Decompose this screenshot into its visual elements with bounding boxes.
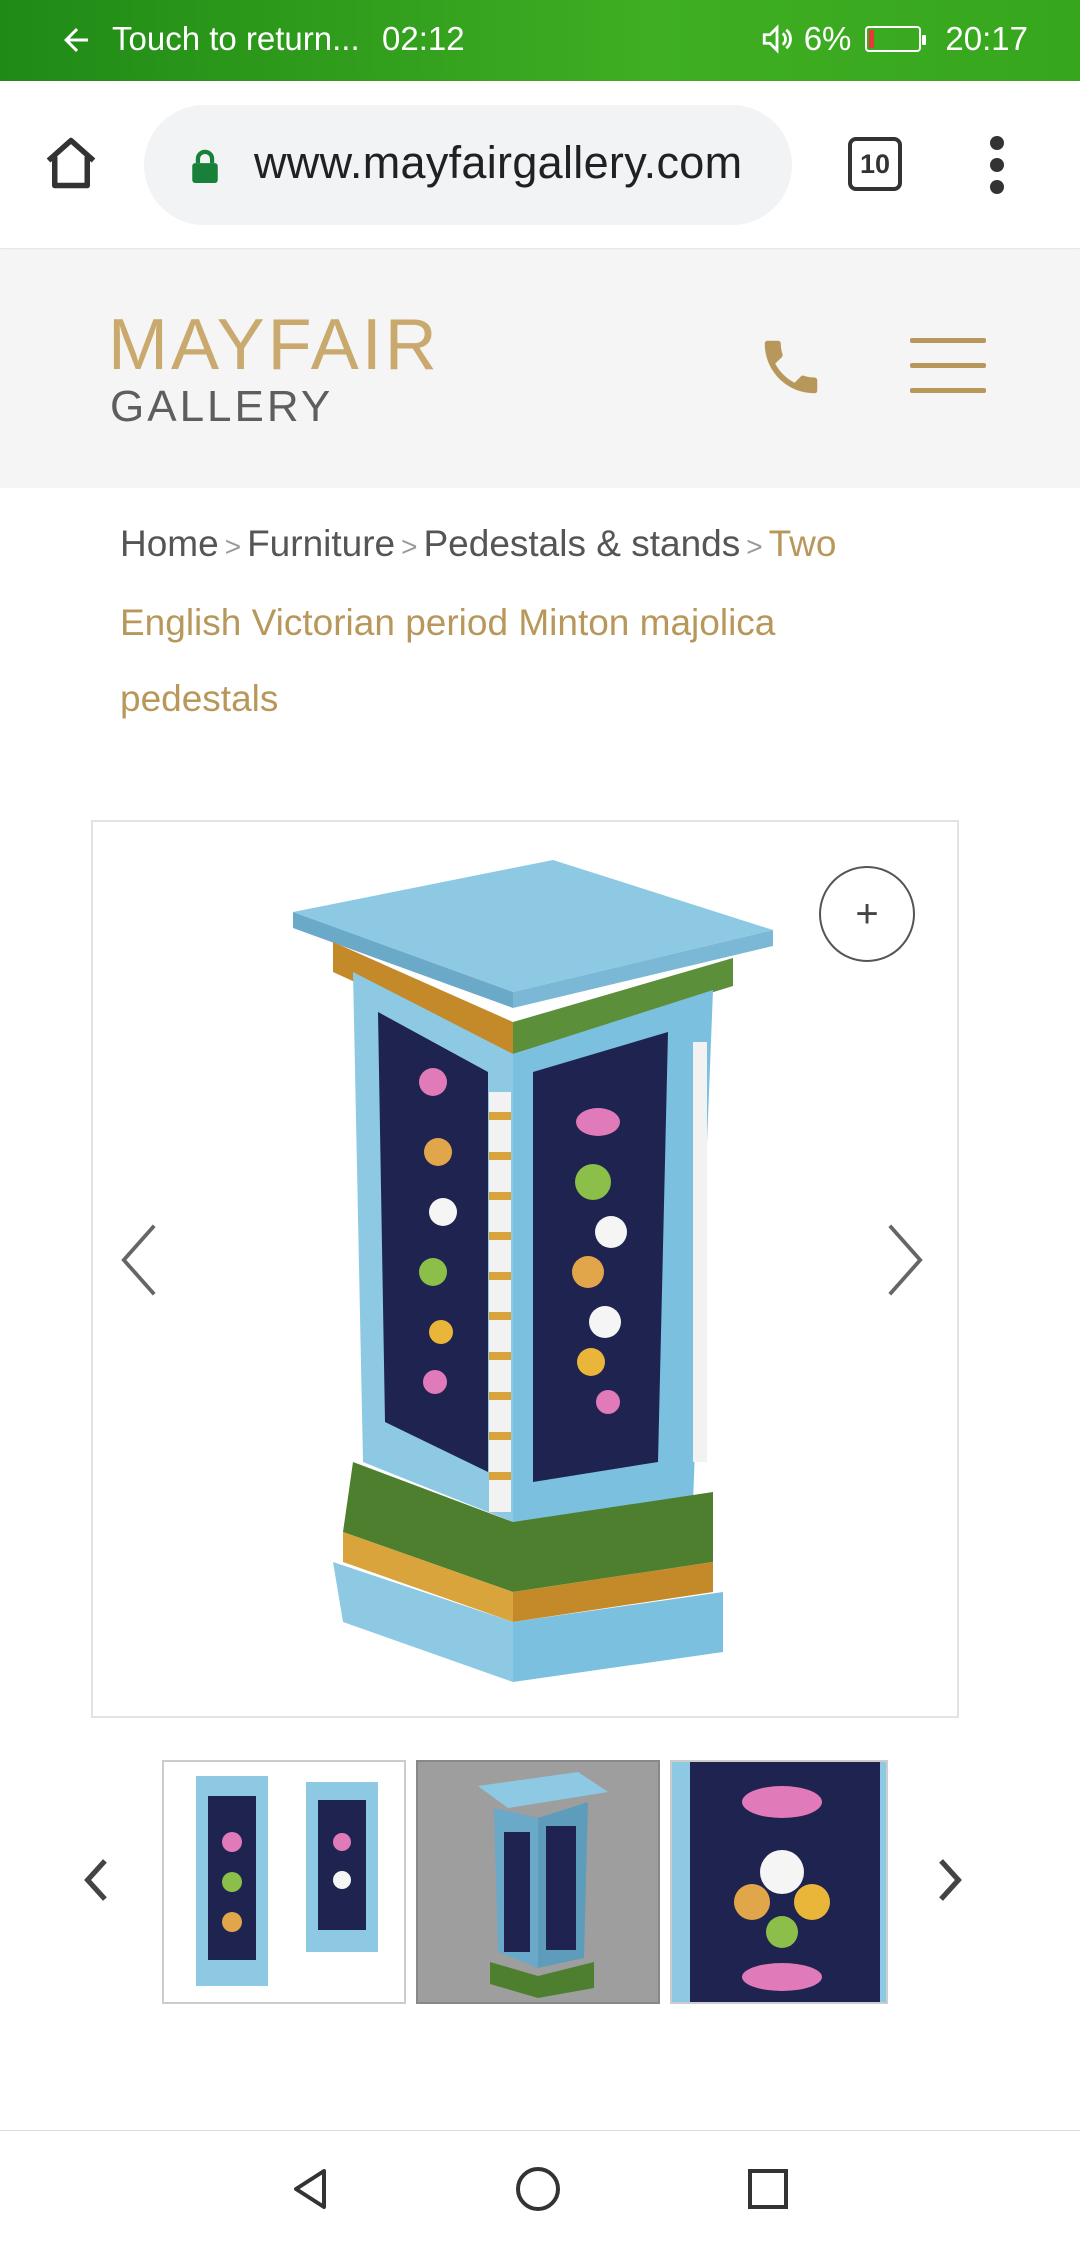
zoom-button[interactable]: + [819, 866, 915, 962]
thumbnail-3[interactable] [670, 1760, 888, 2004]
home-circle-icon[interactable] [514, 2165, 562, 2213]
recents-square-icon[interactable] [744, 2165, 792, 2213]
arrow-left-icon[interactable] [58, 22, 94, 58]
status-right: 6% 20:17 [760, 20, 1028, 58]
logo-gallery[interactable]: GALLERY [110, 382, 333, 432]
back-triangle-icon[interactable] [286, 2165, 334, 2213]
site-header: MAYFAIR GALLERY [0, 250, 1080, 488]
thumbnail-1[interactable] [162, 1760, 406, 2004]
url-text[interactable]: www.mayfairgallery.com [254, 137, 742, 189]
thumbnail-prev-icon[interactable] [80, 1854, 116, 1906]
breadcrumb-furniture[interactable]: Furniture [247, 523, 395, 564]
call-timer: 02:12 [382, 20, 465, 57]
breadcrumb: Home > Furniture > Pedestals & stands > Two En… [120, 506, 900, 737]
system-navigation-bar [0, 2130, 1080, 2244]
thumbnail-strip [0, 1758, 1080, 2004]
lock-icon [192, 149, 218, 183]
browser-toolbar: www.mayfairgallery.com 10 [0, 81, 1080, 249]
breadcrumb-separator: > [401, 531, 418, 562]
thumbnail-3-image [672, 1762, 886, 2002]
product-image [293, 860, 773, 1682]
thumbnail-2-selected[interactable] [416, 1760, 660, 2004]
battery-icon [865, 26, 927, 52]
home-icon[interactable] [40, 133, 102, 193]
thumbnail-1-image [196, 1776, 378, 1986]
breadcrumb-separator: > [224, 531, 242, 562]
breadcrumb-home[interactable]: Home [120, 523, 219, 564]
return-to-call-text[interactable]: Touch to return... [112, 20, 360, 58]
logo-mayfair[interactable]: MAYFAIR [108, 304, 440, 386]
thumbnail-2-image [478, 1772, 608, 1998]
address-bar[interactable]: www.mayfairgallery.com [144, 105, 792, 225]
chevron-left-icon[interactable] [119, 1222, 159, 1298]
product-image-viewer[interactable]: + [91, 820, 959, 1718]
breadcrumb-separator: > [746, 531, 763, 562]
status-bar: Touch to return... 02:12 6% 20:17 [0, 0, 1080, 81]
hamburger-icon[interactable] [910, 338, 986, 394]
breadcrumb-pedestals[interactable]: Pedestals & stands [423, 523, 740, 564]
kebab-menu-icon[interactable] [984, 135, 1010, 195]
phone-icon[interactable] [756, 332, 826, 402]
chevron-right-icon[interactable] [885, 1222, 925, 1298]
speaker-icon [762, 24, 792, 54]
clock: 20:17 [945, 20, 1028, 57]
battery-percent: 6% [803, 20, 852, 57]
thumbnail-next-icon[interactable] [930, 1854, 966, 1906]
tab-switcher-button[interactable]: 10 [848, 137, 902, 191]
